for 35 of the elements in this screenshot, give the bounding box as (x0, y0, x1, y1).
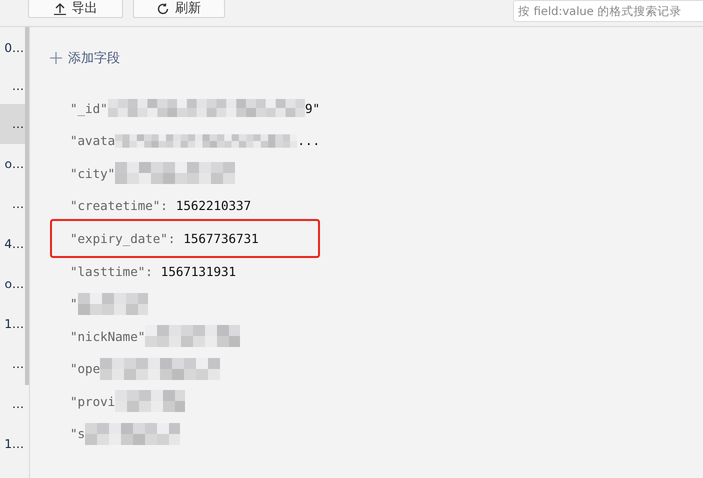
field-key: "provi (70, 394, 116, 409)
record-item[interactable]: 4… (0, 224, 25, 264)
record-item[interactable]: o… (0, 264, 25, 304)
record-item[interactable]: … (0, 104, 25, 144)
add-field-button[interactable]: 添加字段 (50, 49, 120, 67)
record-item[interactable]: … (0, 384, 25, 424)
field-value: 1562210337 (176, 198, 252, 214)
field-value: ... (297, 133, 320, 148)
field-key: "avata (70, 133, 116, 148)
field-key: "_id" (70, 100, 108, 116)
record-item[interactable]: o… (0, 144, 25, 184)
refresh-icon (157, 2, 169, 14)
plus-icon (50, 52, 62, 64)
export-button[interactable]: 导出 (28, 0, 123, 18)
record-item[interactable]: … (0, 344, 25, 384)
field-key: "ope (70, 361, 100, 376)
field-key: "city" (70, 166, 116, 181)
field-value: 1567131931 (160, 264, 236, 279)
record-item[interactable]: 1… (0, 304, 25, 344)
field-value: 9" (304, 100, 320, 116)
refresh-button[interactable]: 刷新 (133, 0, 225, 18)
record-item[interactable]: … (0, 68, 25, 104)
field-key: "expiry_date": (70, 231, 176, 246)
field-key: "createtime": (70, 198, 168, 214)
field-value: 1567736731 (183, 231, 259, 246)
upload-icon (54, 2, 66, 15)
field-key: " (70, 296, 78, 312)
search-field[interactable]: 按 field:value 的格式搜索记录 (513, 0, 703, 22)
record-item[interactable]: 0… (0, 27, 25, 68)
record-item[interactable]: 1… (0, 424, 25, 464)
field-key: "s (70, 426, 86, 442)
scrollbar[interactable] (25, 27, 29, 385)
record-item[interactable]: … (0, 184, 25, 224)
field-key: "lasttime": (70, 264, 153, 279)
field-key: "nickName" (70, 328, 146, 344)
